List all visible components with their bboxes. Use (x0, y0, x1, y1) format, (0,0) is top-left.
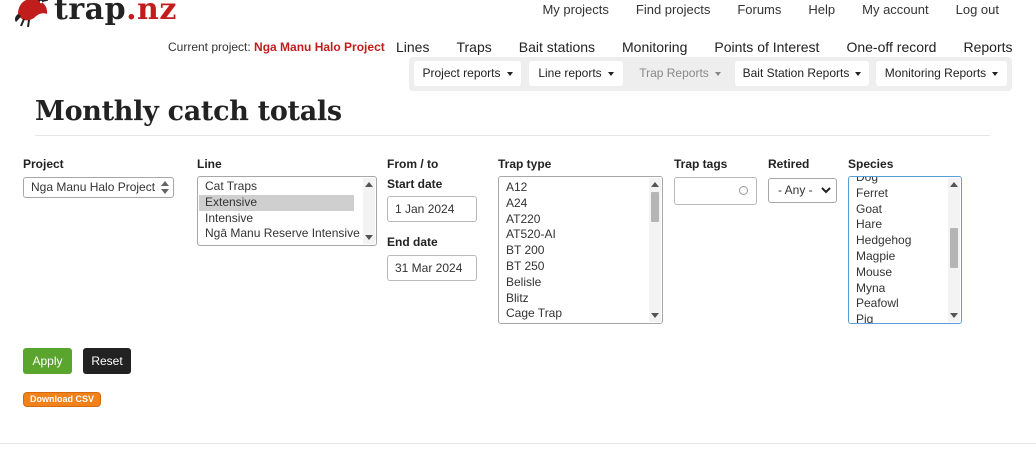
nav-points-of-interest[interactable]: Points of Interest (714, 39, 819, 55)
current-project: Current project: Nga Manu Halo Project (168, 40, 385, 54)
logo-wordmark: trap.nz (54, 0, 177, 27)
caret-down-icon (506, 71, 513, 76)
scroll-thumb[interactable] (950, 228, 958, 268)
project-select[interactable]: Nga Manu Halo Project (23, 177, 174, 198)
title-divider (35, 135, 990, 136)
monitoring-reports-dropdown[interactable]: Monitoring Reports (876, 61, 1007, 86)
trap-type-option[interactable]: BT 200 (499, 243, 662, 259)
species-option[interactable]: Hare (849, 217, 961, 233)
trap-type-option[interactable]: Belisle (499, 275, 662, 291)
species-option[interactable]: Goat (849, 202, 961, 218)
bait-station-reports-dropdown[interactable]: Bait Station Reports (735, 61, 869, 86)
download-csv-button[interactable]: Download CSV (23, 392, 101, 407)
caret-down-icon (992, 71, 999, 76)
trap-type-option[interactable]: Cage Trap (499, 306, 662, 322)
topnav-find-projects[interactable]: Find projects (636, 3, 710, 17)
nav-lines[interactable]: Lines (396, 39, 429, 55)
topnav-help[interactable]: Help (808, 3, 835, 17)
trap-type-label: Trap type (498, 157, 552, 171)
project-reports-dropdown[interactable]: Project reports (414, 61, 521, 86)
page-title: Monthly catch totals (35, 96, 342, 127)
retired-label: Retired (768, 157, 810, 171)
scroll-thumb[interactable] (651, 192, 659, 222)
species-option[interactable]: Mouse (849, 265, 961, 281)
scroll-up-icon[interactable] (365, 182, 373, 187)
reset-button[interactable]: Reset (83, 348, 131, 374)
species-multiselect[interactable]: Dog Ferret Goat Hare Hedgehog Magpie Mou… (848, 176, 962, 324)
trap-type-option[interactable]: BT 250 (499, 259, 662, 275)
scroll-up-icon[interactable] (651, 182, 659, 187)
scroll-down-icon[interactable] (365, 235, 373, 240)
trap-type-multiselect[interactable]: A12 A24 AT220 AT520-AI BT 200 BT 250 Bel… (498, 176, 663, 324)
species-option[interactable]: Dog (849, 177, 961, 186)
trap-type-scrollbar[interactable] (649, 178, 661, 322)
end-date-input[interactable]: 31 Mar 2024 (387, 255, 477, 281)
species-label: Species (848, 157, 894, 171)
nav-reports[interactable]: Reports (963, 39, 1012, 55)
top-navigation: My projects Find projects Forums Help My… (515, 3, 999, 17)
scroll-down-icon[interactable] (950, 313, 958, 318)
current-project-prefix: Current project: (168, 40, 251, 54)
species-option[interactable]: Peafowl (849, 296, 961, 312)
nav-monitoring[interactable]: Monitoring (622, 39, 687, 55)
start-date-label: Start date (387, 177, 443, 191)
species-option[interactable]: Magpie (849, 249, 961, 265)
topnav-my-projects[interactable]: My projects (542, 3, 608, 17)
caret-down-icon (855, 71, 862, 76)
trap-type-option[interactable]: AT520-AI (499, 227, 662, 243)
line-label: Line (197, 157, 222, 171)
line-option[interactable]: Ngā Manu Reserve Intensive (198, 226, 376, 242)
nav-bait-stations[interactable]: Bait stations (519, 39, 595, 55)
reports-subnav: Project reports Line reports Trap Report… (409, 57, 1012, 91)
logo[interactable]: trap.nz (12, 0, 177, 32)
project-select-value: Nga Manu Halo Project (31, 180, 156, 194)
line-multiselect[interactable]: Cat Traps Extensive Intensive Ngā Manu R… (197, 176, 377, 246)
retired-select[interactable]: - Any - (768, 178, 837, 203)
trap-type-option[interactable]: A12 (499, 180, 662, 196)
species-option[interactable]: Hedgehog (849, 233, 961, 249)
trap-type-option[interactable]: A24 (499, 196, 662, 212)
chevron-down-icon (821, 187, 831, 194)
trap-reports-dropdown[interactable]: Trap Reports (632, 61, 728, 86)
line-reports-dropdown[interactable]: Line reports (529, 61, 623, 86)
line-option[interactable]: Cat Traps (198, 179, 376, 195)
bird-logo-icon (14, 0, 48, 28)
current-project-name[interactable]: Nga Manu Halo Project (254, 40, 385, 54)
from-to-label: From / to (387, 157, 439, 171)
topnav-log-out[interactable]: Log out (956, 3, 999, 17)
apply-button[interactable]: Apply (23, 348, 72, 374)
project-label: Project (23, 157, 64, 171)
spinner-arrows-icon (160, 181, 170, 195)
scroll-down-icon[interactable] (651, 313, 659, 318)
species-option[interactable]: Myna (849, 281, 961, 297)
caret-down-icon (607, 71, 614, 76)
species-option[interactable]: Pig (849, 312, 961, 323)
main-navigation: Lines Traps Bait stations Monitoring Poi… (396, 39, 1013, 55)
start-date-input[interactable]: 1 Jan 2024 (387, 196, 477, 222)
footer-divider (0, 443, 1036, 444)
loading-circle-icon (739, 186, 748, 195)
species-option[interactable]: Ferret (849, 186, 961, 202)
nav-traps[interactable]: Traps (456, 39, 491, 55)
topnav-forums[interactable]: Forums (737, 3, 781, 17)
line-option[interactable]: Intensive (198, 211, 376, 227)
species-scrollbar[interactable] (948, 178, 960, 322)
nav-one-off-record[interactable]: One-off record (846, 39, 936, 55)
topnav-my-account[interactable]: My account (862, 3, 928, 17)
trap-type-option[interactable]: Blitz (499, 291, 662, 307)
line-option-selected[interactable]: Extensive (199, 194, 354, 211)
caret-down-icon (714, 71, 721, 76)
scroll-up-icon[interactable] (950, 182, 958, 187)
end-date-label: End date (387, 235, 438, 249)
line-scrollbar[interactable] (363, 178, 375, 244)
trap-tags-label: Trap tags (674, 157, 728, 171)
trap-type-option[interactable]: AT220 (499, 212, 662, 228)
